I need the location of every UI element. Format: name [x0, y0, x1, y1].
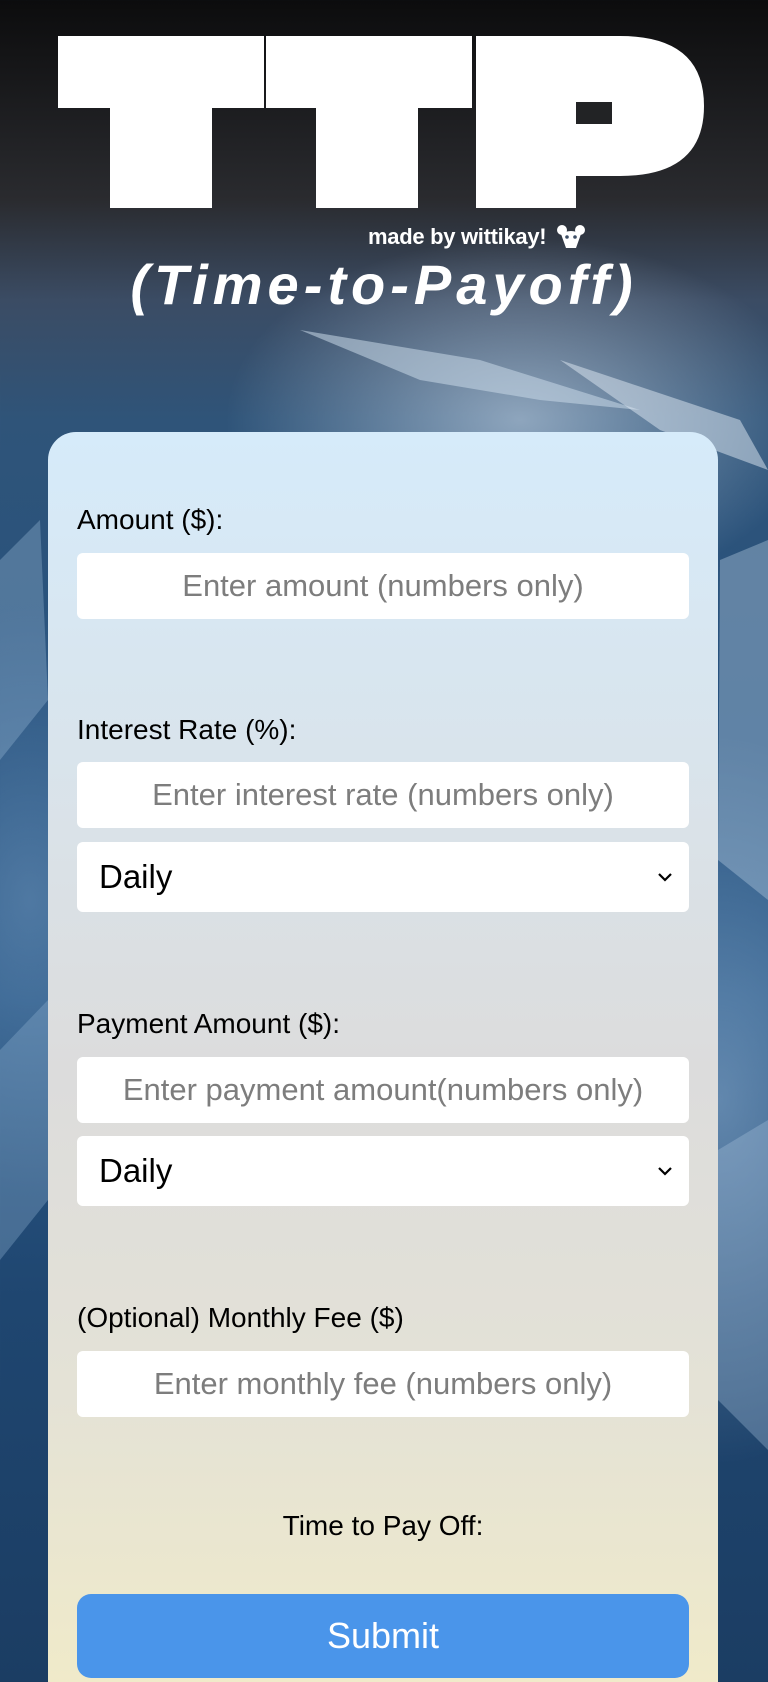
monthly-fee-label: (Optional) Monthly Fee ($) — [77, 1302, 404, 1333]
time-to-pay-off-result: Time to Pay Off: — [282, 1510, 484, 1541]
made-by-text: made by wittikay! — [368, 224, 547, 249]
ttp-logo — [58, 36, 704, 208]
submit-button[interactable]: Submit — [77, 1594, 689, 1678]
chevron-down-icon — [658, 873, 672, 882]
payment-amount-label: Payment Amount ($): — [77, 1008, 341, 1039]
bear-head-icon — [557, 225, 586, 248]
interest-rate-label: Interest Rate (%): — [77, 714, 297, 745]
amount-input[interactable] — [77, 553, 689, 619]
amount-label: Amount ($): — [77, 504, 224, 535]
payment-period-select[interactable]: Daily — [77, 1136, 689, 1206]
interest-period-select[interactable]: Daily — [77, 842, 689, 912]
payment-period-value: Daily — [99, 1152, 173, 1189]
monthly-fee-input[interactable] — [77, 1351, 689, 1417]
app-subtitle: (Time-to-Payoff) — [130, 253, 638, 316]
payment-amount-input[interactable] — [77, 1057, 689, 1123]
chevron-down-icon — [658, 1167, 672, 1176]
made-by-credit: made by wittikay! — [368, 224, 586, 250]
interest-rate-input[interactable] — [77, 762, 689, 828]
interest-period-value: Daily — [99, 858, 173, 895]
